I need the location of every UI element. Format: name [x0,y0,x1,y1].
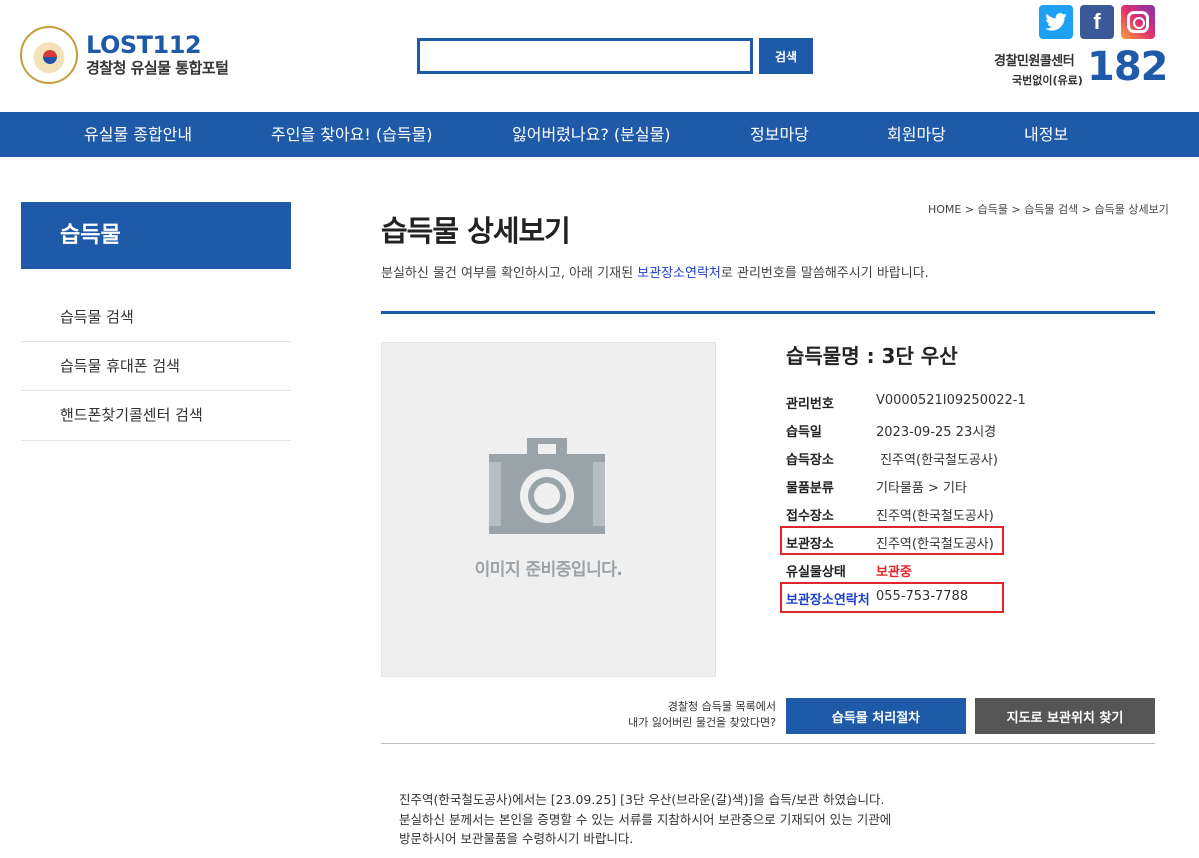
page-intro: 분실하신 물건 여부를 확인하시고, 아래 기재된 보관장소연락처로 관리번호를… [381,266,929,281]
divider [381,743,1155,744]
twitter-icon[interactable] [1039,5,1073,39]
site-logo[interactable]: LOST112 경찰청 유실물 통합포털 [20,26,240,84]
search-button[interactable]: 검색 [759,38,813,74]
callcenter-title: 경찰민원콜센터 [994,54,1075,69]
map-location-button[interactable]: 지도로 보관위치 찾기 [975,698,1155,734]
breadcrumb-found[interactable]: 습득물 [978,203,1008,216]
help-text: 경찰청 습득물 목록에서 내가 잃어버린 물건을 찾았다면? [628,700,776,729]
photo-placeholder-text: 이미지 준비중입니다. [474,560,623,580]
page-title: 습득물 상세보기 [381,214,571,248]
callcenter-number: 182 [1087,44,1168,90]
logo-title: LOST112 [86,31,202,59]
sidebar-item-phone-search[interactable]: 습득물 휴대폰 검색 [21,342,291,391]
breadcrumb: HOME > 습득물 > 습득물 검색 > 습득물 상세보기 [928,201,1169,217]
nav-item-info[interactable]: 정보마당 [750,112,809,157]
process-guide-button[interactable]: 습득물 처리절차 [786,698,966,734]
instagram-icon[interactable] [1121,5,1155,39]
chevron-right-icon: > [1011,203,1021,216]
nav-item-members[interactable]: 회원마당 [887,112,946,157]
status-badge: 보관중 [876,565,912,580]
sidebar-title: 습득물 [21,202,291,269]
facebook-icon[interactable]: f [1080,5,1114,39]
breadcrumb-found-search[interactable]: 습득물 검색 [1024,203,1078,216]
nav-item-lost-items[interactable]: 잃어버렸나요? (분실물) [512,112,671,157]
intro-highlight: 보관장소연락처 [637,266,721,281]
item-photo-placeholder: 이미지 준비중입니다. [381,342,716,677]
breadcrumb-home[interactable]: HOME [928,203,961,216]
logo-subtitle: 경찰청 유실물 통합포털 [86,59,229,77]
search-input[interactable] [417,38,753,74]
nav-item-lost-guide[interactable]: 유실물 종합안내 [84,112,192,157]
callcenter-subtitle: 국번없이(유료) [1012,74,1083,87]
sidebar-item-callcenter-search[interactable]: 핸드폰찾기콜센터 검색 [21,391,291,441]
item-name: 습득물명 : 3단 우산 [786,344,958,368]
divider [381,311,1155,314]
sidebar-item-found-search[interactable]: 습득물 검색 [21,293,291,342]
police-emblem-icon [20,26,78,84]
highlight-box-contact [780,582,1004,613]
main-nav: 유실물 종합안내 주인을 찾아요! (습득물) 잃어버렸나요? (분실물) 정보… [0,112,1199,157]
chevron-right-icon: > [964,203,975,216]
chevron-right-icon: > [1081,203,1092,216]
item-description: 진주역(한국철도공사)에서는 [23.09.25] [3단 우산(브라운(갈)색… [399,792,892,846]
camera-icon [489,438,605,534]
nav-item-my-info[interactable]: 내정보 [1024,112,1068,157]
breadcrumb-current: 습득물 상세보기 [1094,203,1169,216]
site-header: LOST112 경찰청 유실물 통합포털 검색 f 경찰민원콜센터 국번없이(유… [0,0,1199,112]
nav-item-found-items[interactable]: 주인을 찾아요! (습득물) [271,112,433,157]
callcenter-info: 경찰민원콜센터 국번없이(유료) 182 [990,44,1168,92]
highlight-box-storage [780,526,1004,555]
